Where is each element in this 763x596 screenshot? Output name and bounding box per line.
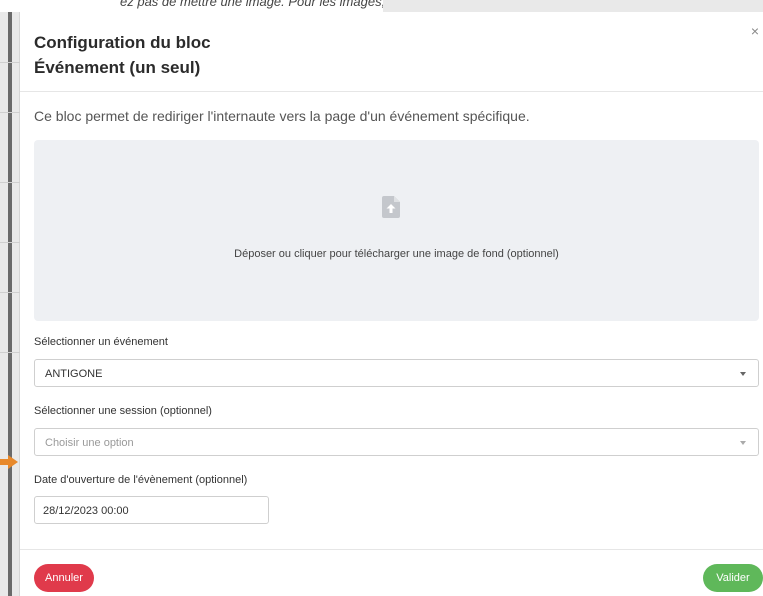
cancel-button[interactable]: Annuler <box>34 564 94 592</box>
modal-header: Configuration du bloc Événement (un seul… <box>20 12 763 92</box>
date-input-value: 28/12/2023 00:00 <box>43 505 129 517</box>
date-input[interactable]: 28/12/2023 00:00 <box>34 496 269 524</box>
image-dropzone[interactable]: Déposer ou cliquer pour télécharger une … <box>34 140 759 321</box>
modal-title-line1: Configuration du bloc <box>34 33 211 52</box>
chevron-down-icon <box>740 441 746 445</box>
modal-footer: Annuler Valider <box>20 549 763 596</box>
block-config-modal: Configuration du bloc Événement (un seul… <box>20 12 763 596</box>
annotation-arrow-icon <box>8 455 18 469</box>
session-select[interactable]: Choisir une option <box>34 428 759 456</box>
background-row-line <box>0 182 20 183</box>
background-row-line <box>0 292 20 293</box>
event-select-value: ANTIGONE <box>45 368 103 380</box>
event-select[interactable]: ANTIGONE <box>34 359 759 387</box>
event-field-label: Sélectionner un événement <box>34 336 168 348</box>
background-divider <box>8 12 12 596</box>
background-row-line <box>0 352 20 353</box>
file-upload-icon <box>382 196 400 218</box>
background-table-strip <box>0 12 20 596</box>
close-button[interactable]: × <box>751 24 759 38</box>
background-row-line <box>0 242 20 243</box>
submit-button[interactable]: Valider <box>703 564 763 592</box>
session-field-label: Sélectionner une session (optionnel) <box>34 405 212 417</box>
background-row-line <box>0 62 20 63</box>
dropzone-text: Déposer ou cliquer pour télécharger une … <box>234 248 559 260</box>
background-row-line <box>0 112 20 113</box>
intro-text: Ce bloc permet de rediriger l'internaute… <box>34 108 530 124</box>
session-select-placeholder: Choisir une option <box>45 437 134 449</box>
modal-title-line2: Événement (un seul) <box>34 58 201 77</box>
date-field-label: Date d'ouverture de l'évènement (optionn… <box>34 474 248 486</box>
background-bar <box>383 0 763 12</box>
chevron-down-icon <box>740 372 746 376</box>
modal-title: Configuration du bloc Événement (un seul… <box>34 30 211 80</box>
